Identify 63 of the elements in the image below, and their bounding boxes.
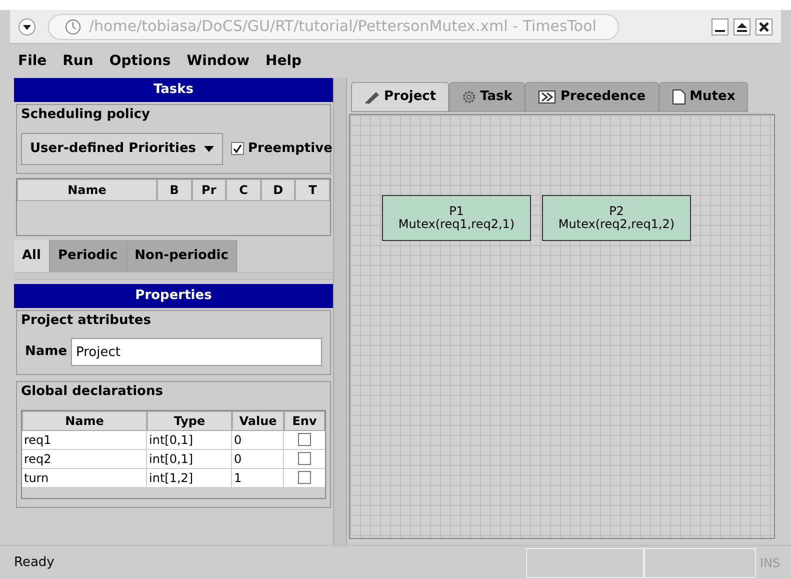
tab[interactable]: Task	[449, 82, 526, 112]
tab[interactable]: All	[14, 240, 50, 272]
tab[interactable]: Precedence	[525, 82, 659, 112]
caret-icon	[204, 146, 214, 152]
table-cell: req1	[22, 430, 147, 450]
field-label: Name	[25, 343, 68, 362]
group-title: Global declarations	[21, 383, 164, 401]
table-cell: 0	[232, 430, 284, 450]
menu-item[interactable]: Help	[266, 50, 302, 72]
close-icon[interactable]	[755, 18, 773, 36]
column-header[interactable]: Type	[147, 410, 232, 430]
window-menu-icon[interactable]	[18, 18, 36, 36]
tab[interactable]: Periodic	[50, 240, 127, 272]
column-header[interactable]: C	[226, 178, 261, 200]
tab[interactable]: Project	[351, 82, 450, 112]
column-header[interactable]: D	[260, 178, 296, 200]
column-header[interactable]: Value	[232, 410, 284, 430]
menu-item[interactable]: Run	[62, 50, 94, 72]
process-node[interactable]: P1 Mutex(req1,req2,1)	[382, 195, 531, 241]
arrow-box-icon	[538, 90, 556, 104]
menu-item[interactable]: Window	[186, 50, 250, 72]
table-cell: int[0,1]	[147, 450, 232, 468]
table-cell: 1	[232, 468, 284, 488]
group-title: Scheduling policy	[21, 106, 152, 124]
checkbox[interactable]	[298, 452, 311, 465]
column-header[interactable]: T	[295, 178, 330, 200]
node-name: P2	[609, 205, 624, 218]
pencil-icon	[364, 90, 380, 104]
column-header[interactable]: Pr	[192, 178, 226, 200]
tab[interactable]: Mutex	[658, 82, 748, 112]
status-message: Ready	[13, 554, 56, 572]
checkbox[interactable]	[298, 471, 311, 484]
group-title: Project attributes	[21, 312, 152, 330]
checkbox[interactable]	[231, 142, 244, 155]
window-title: /home/tobiasa/DoCS/GU/RT/tutorial/PettersonMutex.xml - TimesTool	[89, 16, 596, 38]
column-header[interactable]: Name	[22, 410, 147, 430]
tab[interactable]: Non-periodic	[126, 240, 238, 272]
table-cell: 0	[232, 450, 284, 468]
policy-dropdown[interactable]: User-defined Priorities	[21, 132, 223, 164]
split-handle[interactable]	[14, 272, 333, 280]
node-label: Mutex(req1,req2,1)	[398, 218, 515, 231]
name-field[interactable]: Project	[71, 338, 322, 366]
node-label: Mutex(req2,req1,2)	[558, 218, 675, 231]
column-header[interactable]: B	[157, 178, 192, 200]
clock-icon	[65, 18, 81, 34]
gear-icon	[462, 90, 476, 104]
maximize-icon[interactable]	[733, 18, 751, 36]
panel-header: Properties	[14, 284, 333, 308]
table-cell: int[1,2]	[147, 468, 232, 488]
table-cell: turn	[22, 468, 147, 488]
column-header[interactable]: Env	[284, 410, 325, 430]
column-header[interactable]: Name	[17, 178, 157, 200]
panel-header: Tasks	[14, 78, 333, 102]
table-cell: req2	[22, 450, 147, 468]
menu-item[interactable]: Options	[109, 50, 171, 72]
document-icon	[672, 89, 686, 105]
table-cell: int[0,1]	[147, 430, 232, 450]
checkbox-label: Preemptive	[248, 140, 332, 158]
process-node[interactable]: P2 Mutex(req2,req1,2)	[542, 195, 691, 241]
node-name: P1	[449, 205, 464, 218]
menu-item[interactable]: File	[18, 50, 47, 72]
checkbox[interactable]	[298, 433, 311, 446]
minimize-icon[interactable]	[711, 18, 729, 36]
